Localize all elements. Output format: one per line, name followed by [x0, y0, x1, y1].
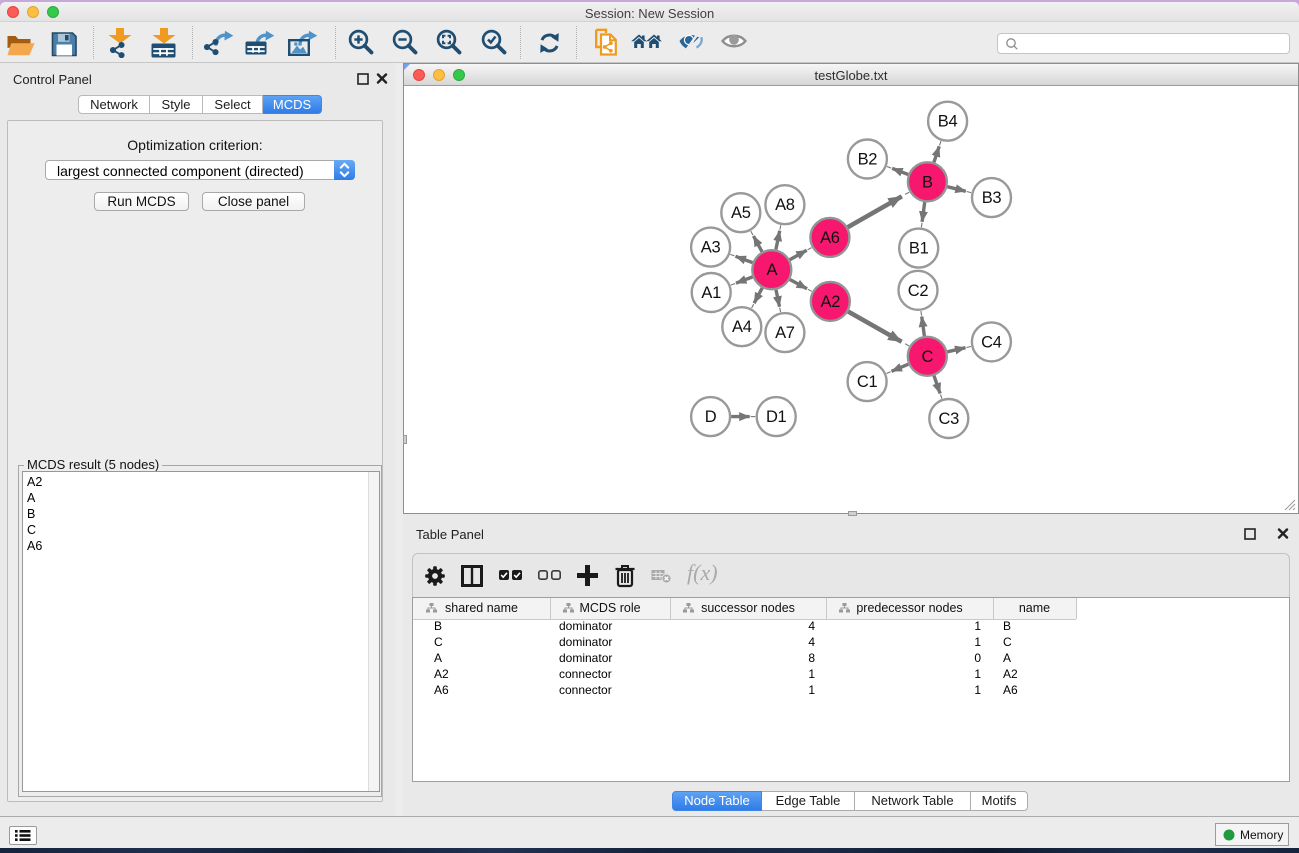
- svg-text:A: A: [766, 261, 777, 279]
- svg-text:A5: A5: [731, 204, 751, 222]
- svg-text:A8: A8: [775, 196, 795, 214]
- svg-text:B3: B3: [982, 189, 1002, 207]
- svg-text:C2: C2: [908, 282, 929, 300]
- svg-text:D: D: [705, 408, 717, 426]
- svg-text:C4: C4: [981, 333, 1002, 351]
- svg-text:B1: B1: [909, 240, 929, 258]
- svg-text:B: B: [922, 173, 933, 191]
- svg-text:B4: B4: [938, 113, 958, 131]
- svg-text:C: C: [921, 348, 933, 366]
- svg-text:A4: A4: [732, 318, 752, 336]
- svg-text:B2: B2: [858, 151, 878, 169]
- svg-text:A2: A2: [821, 293, 841, 311]
- svg-text:C1: C1: [857, 373, 878, 391]
- svg-text:A3: A3: [701, 239, 721, 257]
- svg-text:C3: C3: [939, 410, 960, 428]
- svg-text:A6: A6: [820, 229, 840, 247]
- svg-text:A1: A1: [701, 284, 721, 302]
- svg-text:D1: D1: [766, 408, 787, 426]
- svg-text:A7: A7: [775, 324, 795, 342]
